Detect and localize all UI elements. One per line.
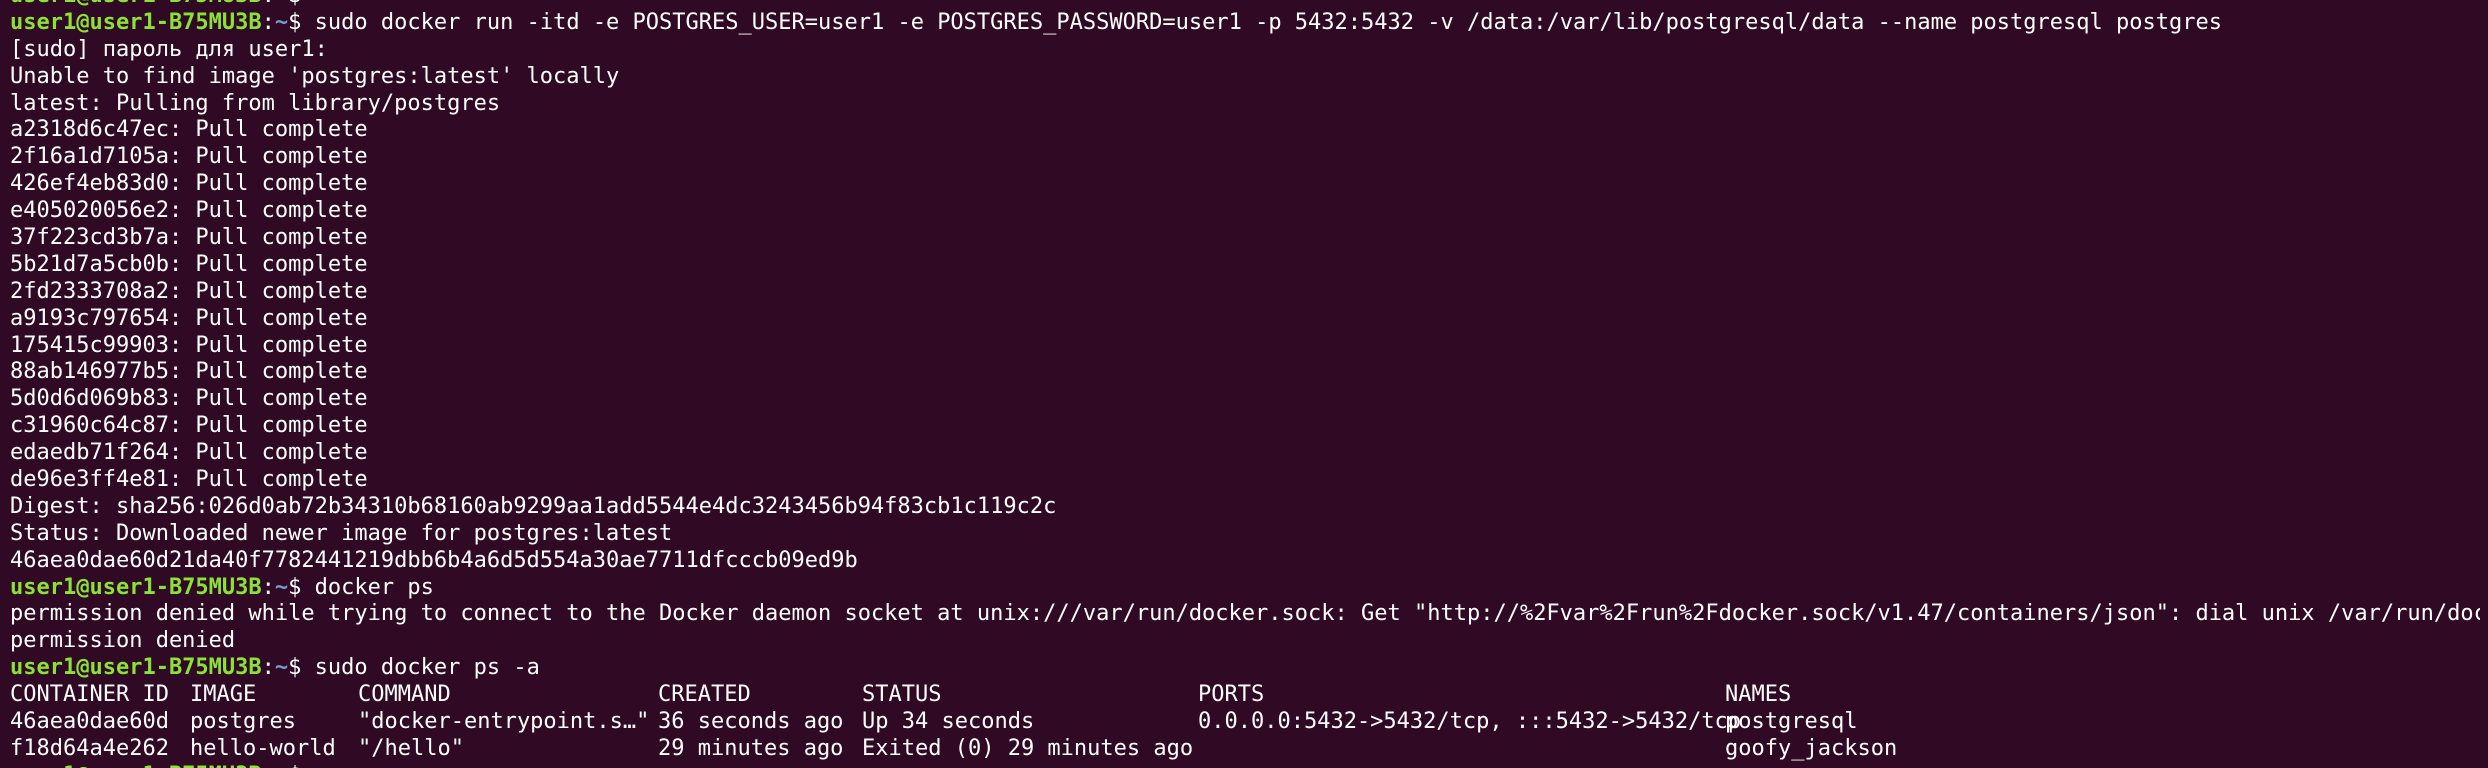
header-image: IMAGE bbox=[190, 682, 257, 708]
cell-image: postgres bbox=[190, 709, 296, 735]
prompt-path: ~ bbox=[275, 763, 288, 768]
header-command: COMMAND bbox=[358, 682, 451, 708]
cell-status: Up 34 seconds bbox=[862, 709, 1035, 735]
cell-names: goofy_jackson bbox=[1725, 735, 1898, 761]
command-line-ps-a: user1@user1-B75MU3B:~$ sudo docker ps -a bbox=[10, 655, 540, 681]
cell-command: "/hello" bbox=[358, 735, 464, 761]
output-line: c31960c64c87: Pull complete bbox=[10, 413, 368, 439]
output-line: 37f223cd3b7a: Pull complete bbox=[10, 225, 368, 251]
output-line: de96e3ff4e81: Pull complete bbox=[10, 467, 368, 493]
command-text: docker ps bbox=[301, 574, 434, 600]
prompt-user-host: user1@user1-B75MU3B bbox=[10, 0, 262, 8]
table-row: 46aea0dae60d postgres "docker-entrypoint… bbox=[10, 709, 2480, 736]
prompt-symbol: $ bbox=[288, 655, 302, 681]
command-line-ps: user1@user1-B75MU3B:~$ docker ps bbox=[10, 574, 434, 600]
output-line: Digest: sha256:026d0ab72b34310b68160ab92… bbox=[10, 493, 1057, 519]
cell-created: 36 seconds ago bbox=[658, 709, 844, 735]
output-line: edaedb71f264: Pull complete bbox=[10, 440, 368, 466]
cell-image: hello-world bbox=[190, 735, 336, 761]
ps-table-header: CONTAINER ID IMAGE COMMAND CREATED STATU… bbox=[10, 682, 2480, 709]
prompt-symbol: $ bbox=[288, 763, 301, 768]
cell-container-id: f18d64a4e262 bbox=[10, 735, 169, 761]
output-line: e405020056e2: Pull complete bbox=[10, 198, 368, 224]
output-line: a9193c797654: Pull complete bbox=[10, 305, 368, 331]
terminal-window[interactable]: user1@user1-B75MU3B:~$ user1@user1-B75MU… bbox=[0, 0, 2488, 768]
output-line: 175415c99903: Pull complete bbox=[10, 332, 368, 358]
cell-container-id: 46aea0dae60d bbox=[10, 709, 169, 735]
output-line: 46aea0dae60d21da40f7782441219dbb6b4a6d5d… bbox=[10, 547, 858, 573]
prompt-symbol: $ bbox=[288, 574, 302, 600]
header-names: NAMES bbox=[1725, 682, 1792, 708]
error-line: permission denied while trying to connec… bbox=[10, 601, 2480, 627]
command-line-next: user1@user1-B75MU3B:~$ bbox=[10, 763, 2480, 768]
prompt-user-host: user1@user1-B75MU3B bbox=[10, 655, 262, 681]
cell-command: "docker-entrypoint.s…" bbox=[358, 709, 650, 735]
prompt-path: ~ bbox=[274, 574, 289, 600]
output-line: latest: Pulling from library/postgres bbox=[10, 90, 501, 116]
error-line: permission denied bbox=[10, 628, 236, 654]
prompt-user-host: user1@user1-B75MU3B bbox=[10, 9, 262, 35]
output-line: a2318d6c47ec: Pull complete bbox=[10, 117, 368, 143]
terminal-line-partial: user1@user1-B75MU3B:~$ bbox=[10, 0, 2480, 10]
prompt-path: ~ bbox=[275, 0, 288, 8]
cell-status: Exited (0) 29 minutes ago bbox=[862, 735, 1194, 761]
run-output-block: [sudo] пароль для user1: Unable to find i… bbox=[10, 37, 2480, 575]
command-text: sudo docker run -itd -e POSTGRES_USER=us… bbox=[301, 9, 2222, 35]
terminal-output: user1@user1-B75MU3B:~$ user1@user1-B75MU… bbox=[10, 0, 2480, 768]
cell-names: postgresql bbox=[1725, 709, 1858, 735]
prompt-symbol: $ bbox=[288, 9, 302, 35]
output-line: 426ef4eb83d0: Pull complete bbox=[10, 171, 368, 197]
table-row: f18d64a4e262 hello-world "/hello" 29 min… bbox=[10, 736, 2480, 763]
header-created: CREATED bbox=[658, 682, 751, 708]
output-line: 5b21d7a5cb0b: Pull complete bbox=[10, 251, 368, 277]
cell-created: 29 minutes ago bbox=[658, 735, 844, 761]
prompt-path: ~ bbox=[274, 655, 289, 681]
cell-ports: 0.0.0.0:5432->5432/tcp, :::5432->5432/tc… bbox=[1198, 709, 1742, 735]
output-line: 5d0d6d069b83: Pull complete bbox=[10, 386, 368, 412]
header-container-id: CONTAINER ID bbox=[10, 682, 169, 708]
prompt-user-host: user1@user1-B75MU3B bbox=[10, 574, 262, 600]
header-status: STATUS bbox=[862, 682, 942, 708]
output-line: 88ab146977b5: Pull complete bbox=[10, 359, 368, 385]
header-ports: PORTS bbox=[1198, 682, 1265, 708]
output-line: 2fd2333708a2: Pull complete bbox=[10, 278, 368, 304]
prompt-symbol: $ bbox=[288, 0, 301, 8]
prompt-path: ~ bbox=[274, 9, 289, 35]
output-line: [sudo] пароль для user1: bbox=[10, 36, 328, 62]
output-line: Unable to find image 'postgres:latest' l… bbox=[10, 63, 620, 89]
output-line: Status: Downloaded newer image for postg… bbox=[10, 520, 673, 546]
output-line: 2f16a1d7105a: Pull complete bbox=[10, 144, 368, 170]
command-text: sudo docker ps -a bbox=[301, 655, 540, 681]
command-line-run: user1@user1-B75MU3B:~$ sudo docker run -… bbox=[10, 9, 2222, 35]
